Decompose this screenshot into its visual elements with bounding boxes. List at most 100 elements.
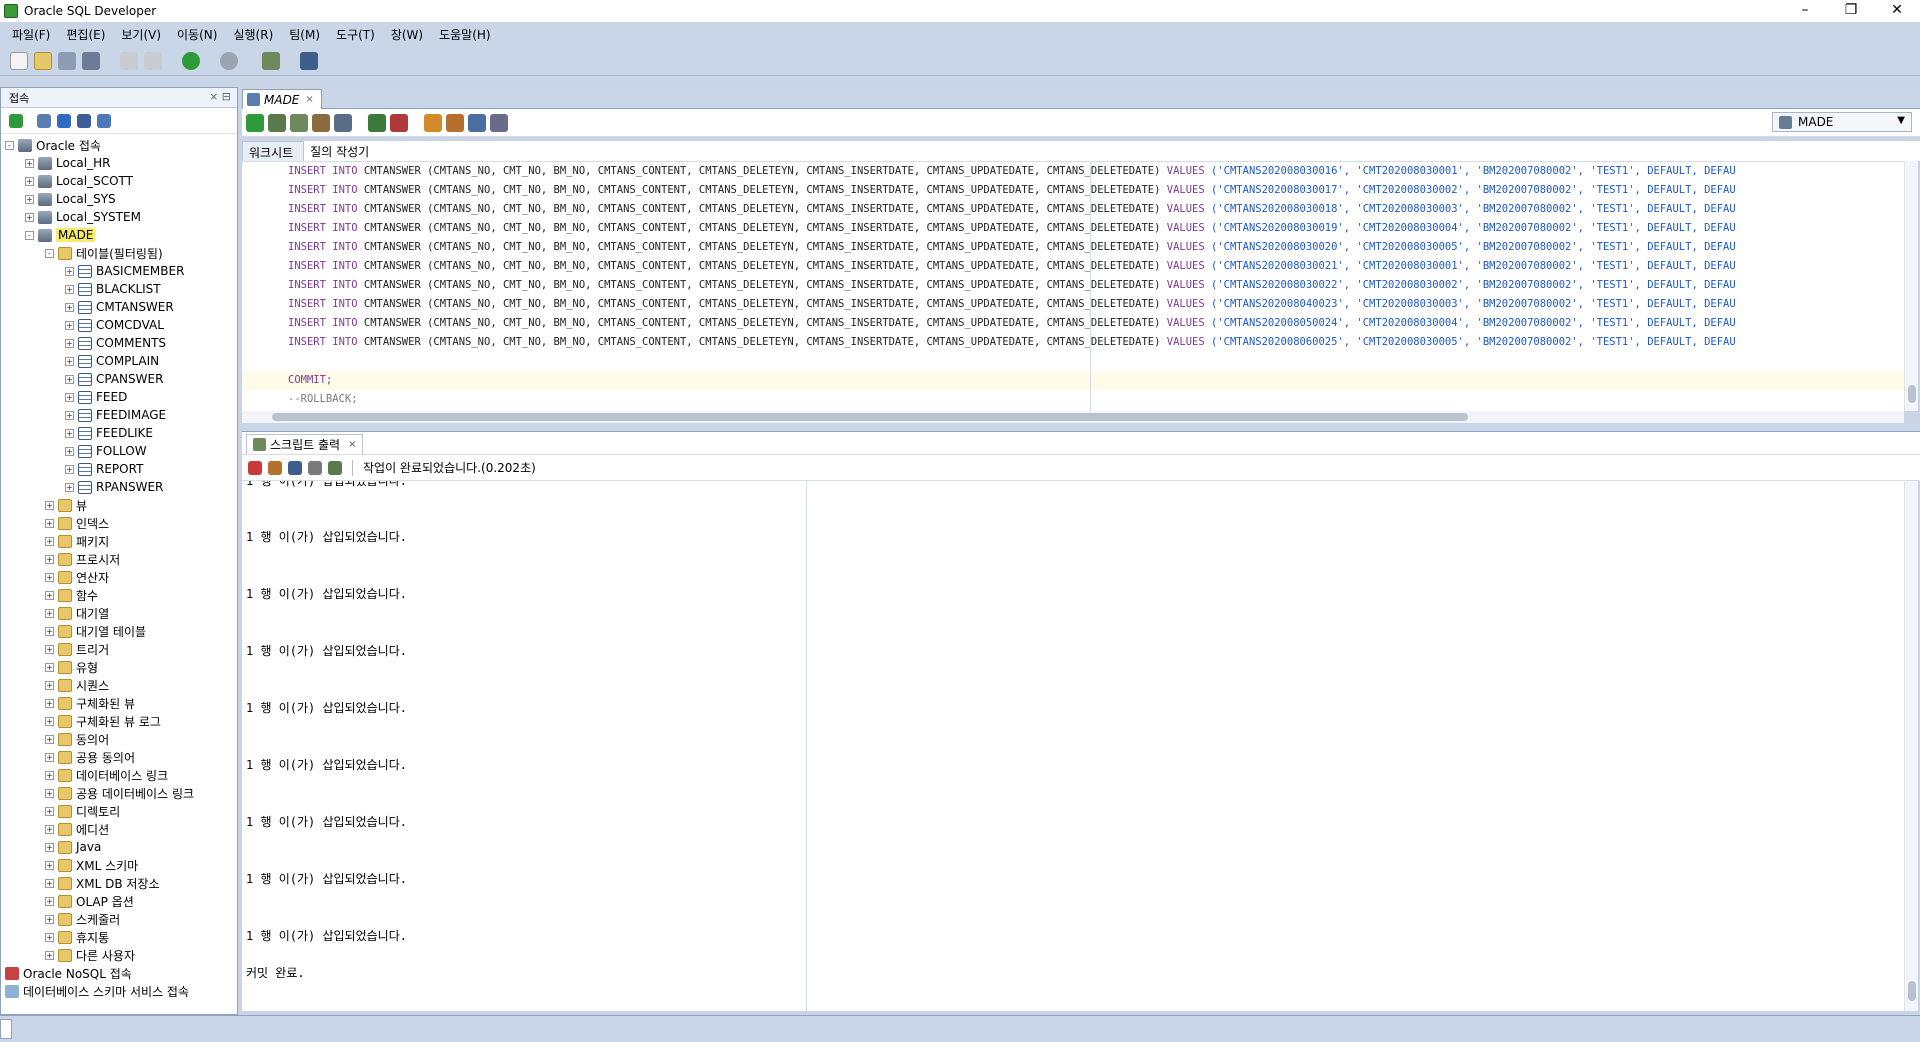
autotrace-icon[interactable] [290, 113, 308, 132]
tree-item[interactable]: + 구체화된 뷰 [1, 694, 237, 712]
tree-item[interactable]: + Java [1, 838, 237, 856]
expand-icon[interactable]: + [65, 374, 74, 384]
print-icon[interactable] [308, 460, 322, 475]
expand-icon[interactable]: + [45, 734, 54, 744]
pane-splitter[interactable] [242, 423, 1920, 431]
rollback-icon[interactable] [390, 113, 408, 132]
connection-select[interactable]: MADE ▼ [1772, 112, 1912, 132]
tree-item[interactable]: + BLACKLIST [1, 280, 237, 298]
expand-icon[interactable]: + [45, 554, 54, 564]
tree-item[interactable]: + 디렉토리 [1, 802, 237, 820]
tree-item[interactable]: + Local_HR [1, 154, 237, 172]
menu-help[interactable]: 도움말(H) [431, 26, 499, 43]
history-icon[interactable] [468, 113, 486, 132]
tree-item[interactable]: + CMTANSWER [1, 298, 237, 316]
expand-icon[interactable]: + [45, 716, 54, 726]
new-file-icon[interactable] [10, 51, 28, 70]
add-connection-icon[interactable] [9, 113, 23, 128]
save-all-icon[interactable] [82, 51, 100, 70]
menu-navigate[interactable]: 이동(N) [169, 26, 225, 43]
tree-item[interactable]: + OLAP 옵션 [1, 892, 237, 910]
tree-item[interactable]: + COMMENTS [1, 334, 237, 352]
menu-edit[interactable]: 편집(E) [58, 26, 113, 43]
scroll-thumb[interactable] [1908, 981, 1916, 1001]
commit-icon[interactable] [368, 113, 386, 132]
tab-made[interactable]: MADE × [242, 89, 322, 109]
tree-item[interactable]: + REPORT [1, 460, 237, 478]
tree-item[interactable]: + 공용 동의어 [1, 748, 237, 766]
tree-item[interactable]: Oracle NoSQL 접속 [1, 964, 237, 982]
tree-item[interactable]: + FEEDIMAGE [1, 406, 237, 424]
expand-icon[interactable]: + [45, 518, 54, 528]
menu-run[interactable]: 실행(R) [225, 26, 281, 43]
tree-item[interactable]: 데이터베이스 스키마 서비스 접속 [1, 982, 237, 1000]
scroll-thumb[interactable] [272, 413, 1468, 421]
expand-icon[interactable]: + [45, 572, 54, 582]
open-file-icon[interactable] [328, 460, 342, 475]
tree-item[interactable]: + 대기열 [1, 604, 237, 622]
expand-icon[interactable]: + [45, 608, 54, 618]
expand-icon[interactable]: + [45, 932, 54, 942]
save-icon[interactable] [58, 51, 76, 70]
run-script-icon[interactable] [268, 113, 286, 132]
expand-icon[interactable]: + [65, 302, 74, 312]
expand-icon[interactable]: + [45, 590, 54, 600]
close-button[interactable]: ✕ [1874, 0, 1920, 22]
tree-item[interactable]: + 공용 데이터베이스 링크 [1, 784, 237, 802]
expand-icon[interactable]: + [65, 482, 74, 492]
refresh-icon[interactable] [37, 113, 51, 128]
clear-eraser-icon[interactable] [446, 113, 464, 132]
tree-item[interactable]: + XML DB 저장소 [1, 874, 237, 892]
tree-item[interactable]: + COMCDVAL [1, 316, 237, 334]
collapse-icon[interactable]: - [45, 248, 54, 258]
expand-icon[interactable]: + [25, 158, 34, 168]
tree-item[interactable]: + Local_SCOTT [1, 172, 237, 190]
tab-script-output[interactable]: 스크립트 출력 × [246, 434, 364, 454]
open-folder-icon[interactable] [34, 51, 52, 70]
clear-eraser-icon[interactable] [268, 460, 282, 475]
tree-item[interactable]: + XML 스키마 [1, 856, 237, 874]
tree-item[interactable]: + FOLLOW [1, 442, 237, 460]
expand-icon[interactable]: + [45, 842, 54, 852]
expand-icon[interactable]: + [45, 698, 54, 708]
tree-item[interactable]: + 프로시저 [1, 550, 237, 568]
expand-icon[interactable]: + [65, 446, 74, 456]
expand-icon[interactable]: + [25, 212, 34, 222]
expand-icon[interactable]: + [65, 428, 74, 438]
tree-item[interactable]: + BASICMEMBER [1, 262, 237, 280]
expand-icon[interactable]: + [45, 680, 54, 690]
save-icon[interactable] [288, 460, 302, 475]
expand-icon[interactable]: + [25, 194, 34, 204]
expand-icon[interactable]: + [45, 860, 54, 870]
expand-icon[interactable]: + [65, 356, 74, 366]
tree-item[interactable]: + Local_SYSTEM [1, 208, 237, 226]
tree-item[interactable]: + RPANSWER [1, 478, 237, 496]
menu-view[interactable]: 보기(V) [113, 26, 169, 43]
tree-item[interactable]: + 인덱스 [1, 514, 237, 532]
tree-item[interactable]: + 구체화된 뷰 로그 [1, 712, 237, 730]
binoculars-icon[interactable] [300, 51, 318, 70]
back-icon[interactable] [182, 51, 200, 70]
run-statement-icon[interactable] [246, 113, 264, 132]
tree-item[interactable]: + 뷰 [1, 496, 237, 514]
redo-icon[interactable] [144, 51, 162, 70]
expand-icon[interactable]: + [65, 266, 74, 276]
expand-icon[interactable]: + [65, 284, 74, 294]
expand-icon[interactable]: + [45, 662, 54, 672]
tree-item[interactable]: + 시퀀스 [1, 676, 237, 694]
tab-worksheet[interactable]: 워크시트 [242, 141, 305, 161]
tree-item[interactable]: + Local_SYS [1, 190, 237, 208]
schema-browser-icon[interactable] [77, 113, 91, 128]
tree-item[interactable]: + 함수 [1, 586, 237, 604]
editor-horizontal-scrollbar[interactable] [242, 411, 1904, 423]
expand-icon[interactable]: + [65, 320, 74, 330]
tree-item[interactable]: + FEEDLIKE [1, 424, 237, 442]
tree-item[interactable]: + 트리거 [1, 640, 237, 658]
expand-icon[interactable]: + [65, 338, 74, 348]
tab-query-builder[interactable]: 질의 작성기 [304, 141, 379, 161]
tree-item[interactable]: + 대기열 테이블 [1, 622, 237, 640]
menu-team[interactable]: 팀(M) [281, 26, 328, 43]
unshared-sql-icon[interactable] [424, 113, 442, 132]
expand-icon[interactable]: + [65, 410, 74, 420]
menu-file[interactable]: 파일(F) [4, 26, 58, 43]
